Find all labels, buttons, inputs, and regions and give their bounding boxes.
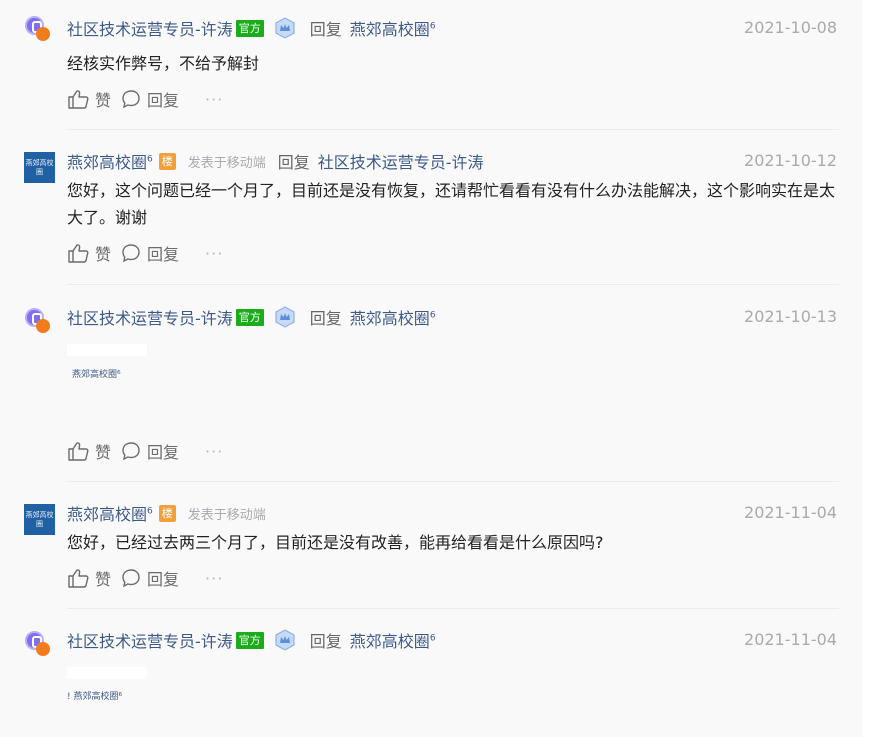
comment-text: 经核实作弊号，不给予解封 (67, 54, 260, 73)
comment-date: 2021-10-12 (744, 151, 837, 170)
post-source: 发表于移动端 (187, 507, 266, 523)
like-label: 赞 (95, 443, 112, 462)
like-label: 赞 (95, 245, 112, 264)
comment-date: 2021-11-04 (744, 630, 837, 649)
comment-thread: 社区技术运营专员-许涛 官方 回复 燕郊高校圈6 2021-10-08 经核实作… (0, 0, 862, 737)
thumbs-up-icon (68, 569, 89, 588)
official-badge: 官方 (235, 631, 264, 649)
reply-label: 回复 (309, 20, 342, 39)
author-name[interactable]: 燕郊高校圈6 (67, 149, 153, 173)
thumbs-up-icon (68, 244, 89, 263)
avatar[interactable]: 燕郊高校圈 (24, 504, 55, 535)
avatar[interactable] (24, 15, 54, 45)
embedded-mention[interactable]: 燕郊高校圈⁶ (72, 367, 121, 380)
comment-header: 社区技术运营专员-许涛 官方 回复 燕郊高校圈6 2021-10-13 (67, 304, 837, 330)
reply-target-name[interactable]: 燕郊高校圈6 (350, 628, 436, 652)
author-name[interactable]: 社区技术运营专员-许涛 (67, 305, 233, 329)
more-dots-icon[interactable]: ··· (205, 90, 223, 109)
divider (67, 481, 839, 482)
comment-date: 2021-10-13 (744, 307, 837, 326)
floor-badge: 楼 (158, 504, 176, 522)
official-badge: 官方 (235, 19, 264, 37)
reply-label: 回复 (147, 570, 180, 589)
author-name[interactable]: 社区技术运营专员-许涛 (67, 628, 233, 652)
reply-button[interactable]: 回复 (121, 87, 179, 111)
like-button[interactable]: 赞 (67, 566, 111, 590)
comment-header: 燕郊高校圈6 楼 发表于移动端 回复 社区技术运营专员-许涛 2021-10-1… (67, 148, 837, 174)
comment-header: 燕郊高校圈6 楼 发表于移动端 2021-11-04 (67, 500, 837, 526)
author-name[interactable]: 社区技术运营专员-许涛 (67, 16, 233, 40)
avatar[interactable] (24, 630, 54, 660)
author-name[interactable]: 燕郊高校圈6 (67, 501, 153, 525)
official-badge: 官方 (235, 308, 264, 326)
reply-target-name[interactable]: 燕郊高校圈6 (350, 16, 436, 40)
crown-shield-icon (275, 629, 295, 651)
reply-label: 回复 (147, 91, 180, 110)
avatar[interactable] (24, 307, 54, 337)
divider (67, 129, 839, 130)
avatar-image: 燕郊高校圈 (24, 152, 55, 183)
like-button[interactable]: 赞 (67, 87, 111, 111)
comment-actions: 赞 回复 ··· (67, 87, 223, 111)
post-source: 发表于移动端 (187, 155, 266, 171)
more-dots-icon[interactable]: ··· (205, 442, 223, 461)
reply-label: 回复 (309, 309, 342, 328)
comment-bubble-icon (122, 569, 140, 588)
comment-actions: 赞 回复 ··· (67, 439, 223, 463)
comment-bubble-icon (122, 90, 140, 109)
comment-header: 社区技术运营专员-许涛 官方 回复 燕郊高校圈6 2021-10-08 (67, 15, 837, 41)
crown-shield-icon (275, 17, 295, 39)
divider (67, 608, 839, 609)
embedded-content-strip (67, 667, 147, 679)
comment-text: 您好，这个问题已经一个月了，目前还是没有恢复，还请帮忙看看有没有什么办法能解决，… (67, 181, 836, 227)
more-dots-icon[interactable]: ··· (205, 569, 223, 588)
avatar-image: 燕郊高校圈 (24, 504, 55, 535)
like-label: 赞 (95, 570, 112, 589)
reply-button[interactable]: 回复 (121, 566, 179, 590)
comment-date: 2021-11-04 (744, 503, 837, 522)
floor-badge: 楼 (158, 152, 176, 170)
reply-button[interactable]: 回复 (121, 241, 179, 265)
reply-target-name[interactable]: 燕郊高校圈6 (350, 305, 436, 329)
comment-header: 社区技术运营专员-许涛 官方 回复 燕郊高校圈6 2021-11-04 (67, 627, 837, 653)
comment-bubble-icon (122, 244, 140, 263)
like-label: 赞 (95, 91, 112, 110)
comment-actions: 赞 回复 ··· (67, 241, 223, 265)
comment-date: 2021-10-08 (744, 18, 837, 37)
divider (67, 284, 839, 285)
reply-label: 回复 (277, 153, 310, 172)
reply-label: 回复 (309, 632, 342, 651)
thumbs-up-icon (68, 442, 89, 461)
reply-label: 回复 (147, 443, 180, 462)
thumbs-up-icon (68, 90, 89, 109)
reply-target-name[interactable]: 社区技术运营专员-许涛 (318, 149, 484, 173)
embedded-mention[interactable]: ! 燕郊高校圈⁶ (67, 689, 122, 702)
reply-button[interactable]: 回复 (121, 439, 179, 463)
crown-shield-icon (275, 306, 295, 328)
reply-label: 回复 (147, 245, 180, 264)
avatar[interactable]: 燕郊高校圈 (24, 152, 55, 183)
comment-actions: 赞 回复 ··· (67, 566, 223, 590)
like-button[interactable]: 赞 (67, 439, 111, 463)
like-button[interactable]: 赞 (67, 241, 111, 265)
comment-bubble-icon (122, 442, 140, 461)
embedded-content-strip (67, 344, 147, 356)
comment-text: 您好，已经过去两三个月了，目前还是没有改善，能再给看看是什么原因吗? (67, 533, 604, 552)
more-dots-icon[interactable]: ··· (205, 244, 223, 263)
